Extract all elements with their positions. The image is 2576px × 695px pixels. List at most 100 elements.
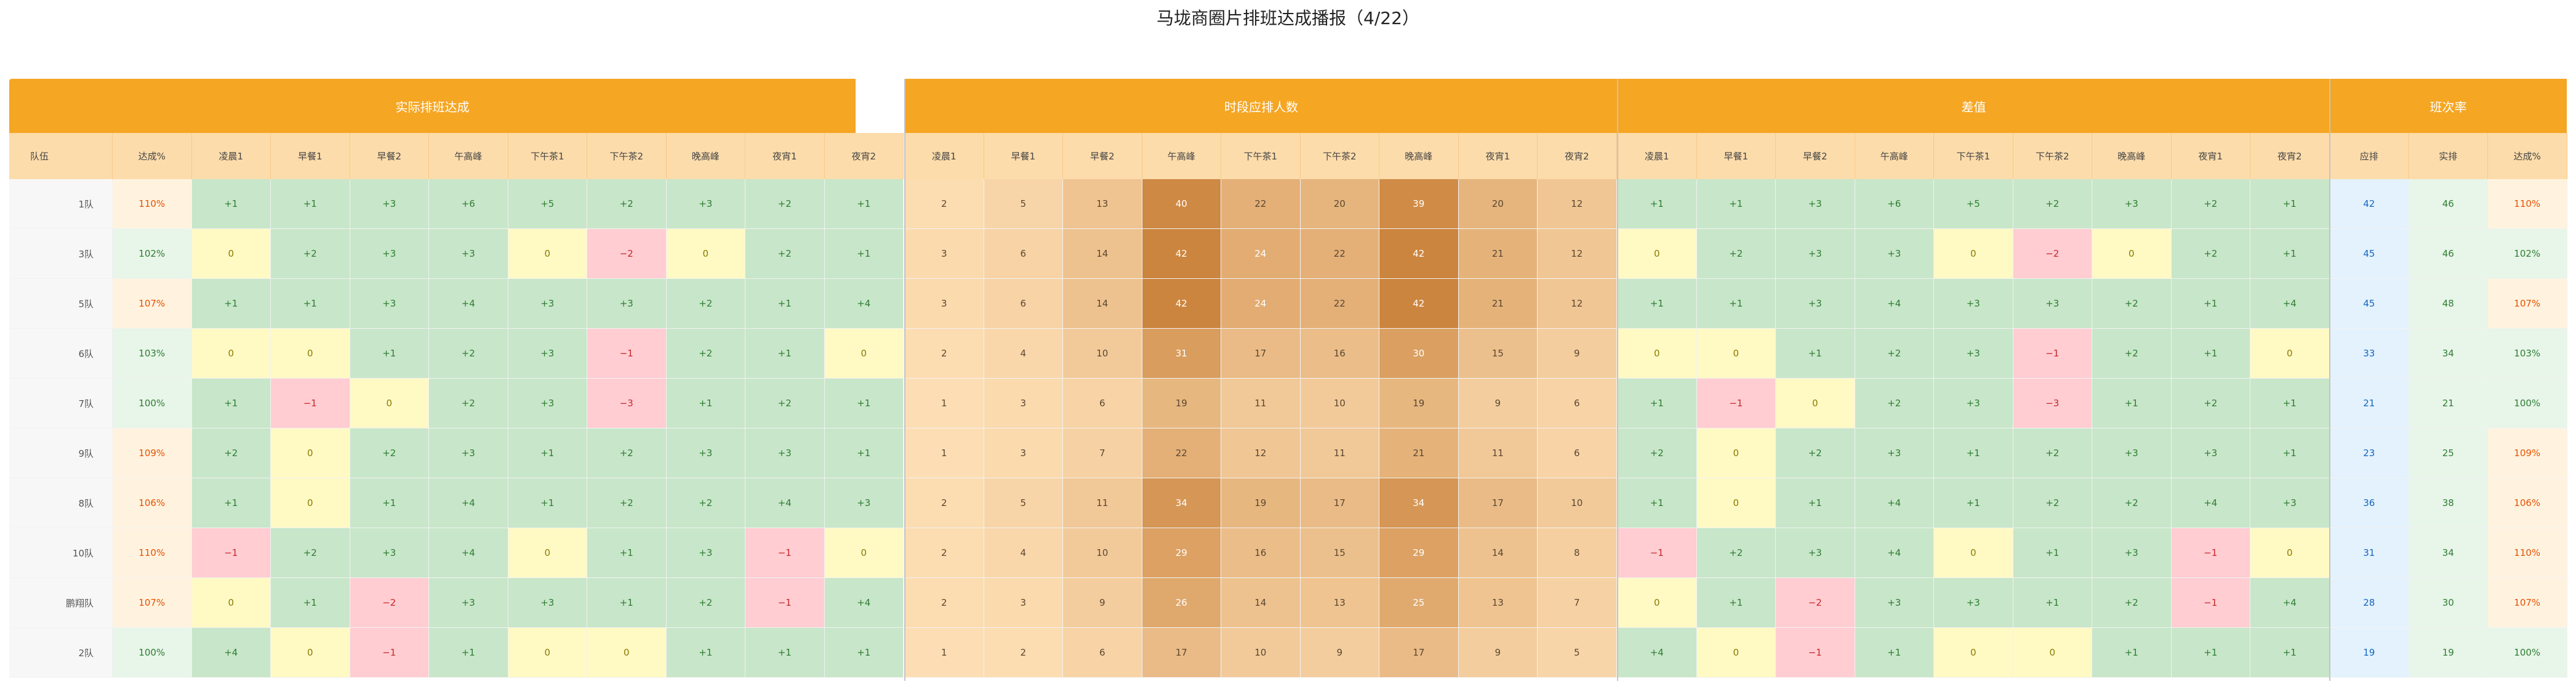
required-cell: 3 [905, 279, 984, 329]
actual-cell: +3 [824, 478, 904, 528]
header-diff-7: 夜宵1 [2171, 133, 2250, 179]
actual-cell: +2 [191, 428, 271, 478]
diff-cell: +1 [1934, 428, 2013, 478]
diff-cell: +1 [2013, 528, 2092, 578]
diff-cell: +4 [1855, 279, 1934, 329]
section-divider [904, 79, 905, 681]
actual-cell: +3 [666, 528, 745, 578]
required-cell: 14 [1063, 279, 1142, 329]
required-cell: 21 [1458, 279, 1538, 329]
required-cell: 39 [1379, 179, 1459, 229]
required-cell: 12 [1538, 179, 1617, 229]
rate-pct: 103% [2488, 329, 2567, 379]
row-achieve-pct: 100% [113, 379, 192, 428]
diff-cell: 0 [2250, 329, 2330, 379]
row-team-name: 5队 [9, 279, 113, 329]
required-cell: 29 [1379, 528, 1459, 578]
row-team-name: 6队 [9, 329, 113, 379]
actual-cell: +4 [429, 528, 508, 578]
actual-cell: +4 [191, 628, 271, 678]
diff-cell: −2 [2013, 229, 2092, 279]
actual-cell: +3 [350, 279, 429, 329]
diff-cell: +2 [2171, 379, 2250, 428]
actual-cell: +1 [824, 229, 904, 279]
required-cell: 20 [1458, 179, 1538, 229]
actual-cell: +1 [745, 279, 825, 329]
diff-cell: +1 [2250, 428, 2330, 478]
diff-cell: +1 [2250, 229, 2330, 279]
diff-cell: +3 [1776, 179, 1855, 229]
required-cell: 3 [984, 578, 1063, 628]
required-cell: 40 [1142, 179, 1221, 229]
header-achieve: 达成% [113, 133, 192, 179]
actual-cell: +2 [666, 578, 745, 628]
diff-cell: +3 [2013, 279, 2092, 329]
actual-cell: +4 [429, 478, 508, 528]
header-actual-7: 夜宵1 [745, 133, 825, 179]
actual-cell: +3 [429, 578, 508, 628]
diff-cell: 0 [1696, 628, 1776, 678]
actual-cell: +3 [508, 329, 587, 379]
header-actual-3: 午高峰 [429, 133, 508, 179]
header-diff-6: 晚高峰 [2092, 133, 2172, 179]
actual-cell: +4 [824, 279, 904, 329]
actual-cell: +3 [508, 279, 587, 329]
rate-plan: 28 [2330, 578, 2409, 628]
diff-cell: −1 [2013, 329, 2092, 379]
required-cell: 24 [1221, 279, 1301, 329]
required-cell: 13 [1300, 578, 1379, 628]
diff-cell: +4 [1855, 528, 1934, 578]
actual-cell: +2 [587, 428, 667, 478]
actual-cell: +2 [745, 229, 825, 279]
required-cell: 20 [1300, 179, 1379, 229]
required-cell: 10 [1300, 379, 1379, 428]
required-cell: 3 [984, 379, 1063, 428]
page-title: 马垅商圈片排班达成播报（4/22） [1157, 8, 1419, 28]
required-cell: 10 [1538, 478, 1617, 528]
diff-cell: +1 [1618, 478, 1697, 528]
diff-cell: +2 [1618, 428, 1697, 478]
required-cell: 19 [1142, 379, 1221, 428]
actual-cell: +6 [429, 179, 508, 229]
row-team-name: 鹏翔队 [9, 578, 113, 628]
diff-cell: −1 [1696, 379, 1776, 428]
diff-cell: +4 [2250, 578, 2330, 628]
required-cell: 17 [1300, 478, 1379, 528]
diff-cell: 0 [2013, 628, 2092, 678]
required-cell: 42 [1142, 279, 1221, 329]
required-cell: 1 [905, 379, 984, 428]
rate-real: 46 [2409, 179, 2488, 229]
header-diff-0: 凌晨1 [1618, 133, 1697, 179]
diff-cell: +3 [1776, 279, 1855, 329]
row-team-name: 2队 [9, 628, 113, 678]
rate-real: 34 [2409, 528, 2488, 578]
required-cell: 6 [984, 229, 1063, 279]
required-cell: 10 [1063, 528, 1142, 578]
actual-cell: +1 [824, 628, 904, 678]
actual-cell: +1 [508, 428, 587, 478]
actual-cell: −1 [745, 528, 825, 578]
diff-cell: 0 [1618, 229, 1697, 279]
diff-cell: 0 [2092, 229, 2172, 279]
actual-cell: +5 [508, 179, 587, 229]
diff-cell: +3 [1934, 379, 2013, 428]
required-cell: 12 [1538, 229, 1617, 279]
diff-cell: +5 [1934, 179, 2013, 229]
rate-pct: 110% [2488, 528, 2567, 578]
required-cell: 22 [1221, 179, 1301, 229]
header-required-7: 夜宵1 [1458, 133, 1538, 179]
required-cell: 8 [1538, 528, 1617, 578]
required-cell: 7 [1538, 578, 1617, 628]
required-cell: 17 [1142, 628, 1221, 678]
required-cell: 2 [905, 528, 984, 578]
required-cell: 26 [1142, 578, 1221, 628]
header-required-5: 下午茶2 [1300, 133, 1379, 179]
diff-cell: +1 [2171, 329, 2250, 379]
rate-pct: 100% [2488, 379, 2567, 428]
row-team-name: 1队 [9, 179, 113, 229]
required-cell: 42 [1142, 229, 1221, 279]
diff-cell: 0 [1934, 628, 2013, 678]
row-team-name: 9队 [9, 428, 113, 478]
actual-cell: +1 [666, 379, 745, 428]
actual-cell: +2 [745, 379, 825, 428]
